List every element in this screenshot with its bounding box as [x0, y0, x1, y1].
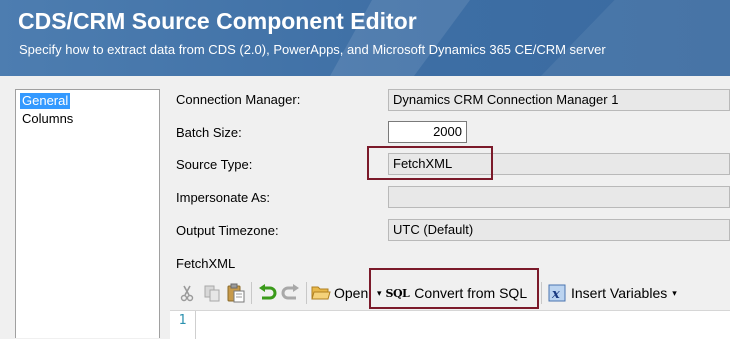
scissors-icon: [180, 285, 194, 302]
batch-size-input[interactable]: 2000: [388, 121, 467, 143]
output-timezone-label: Output Timezone:: [176, 223, 279, 238]
variable-icon: x: [548, 284, 566, 302]
folder-icon: [311, 286, 331, 300]
toolbar-separator: [251, 282, 252, 304]
connection-manager-label: Connection Manager:: [176, 92, 301, 107]
chevron-down-icon: ▾: [672, 287, 677, 298]
open-label: Open: [334, 285, 369, 301]
chevron-down-icon: ▾: [377, 287, 382, 298]
undo-icon: [259, 284, 277, 300]
cut-button[interactable]: [178, 279, 196, 307]
svg-text:x: x: [551, 287, 560, 302]
connection-manager-select[interactable]: Dynamics CRM Connection Manager 1: [388, 89, 730, 111]
insert-variables-button[interactable]: x Insert Variables ▾: [548, 279, 677, 307]
source-type-label: Source Type:: [176, 157, 253, 172]
source-type-select[interactable]: FetchXML: [388, 153, 730, 175]
page-nav-list: General Columns: [15, 89, 160, 338]
impersonate-as-select[interactable]: [388, 186, 730, 208]
convert-from-sql-label: Convert from SQL: [414, 285, 528, 301]
insert-variables-label: Insert Variables: [571, 285, 668, 301]
nav-item-columns[interactable]: Columns: [20, 111, 75, 127]
editor-gutter: 1: [170, 311, 196, 339]
open-button[interactable]: Open: [311, 279, 368, 307]
dialog-subtitle: Specify how to extract data from CDS (2.…: [19, 42, 606, 57]
toolbar-separator: [541, 282, 542, 304]
fetchxml-editor[interactable]: 1: [170, 310, 730, 339]
paste-button[interactable]: [226, 279, 246, 307]
impersonate-as-label: Impersonate As:: [176, 190, 270, 205]
sql-icon: SQL: [385, 286, 410, 300]
line-number: 1: [178, 313, 187, 328]
output-timezone-select[interactable]: UTC (Default): [388, 219, 730, 241]
nav-item-general[interactable]: General: [20, 93, 71, 109]
convert-from-sql-button[interactable]: ▾ SQL Convert from SQL: [377, 279, 527, 307]
redo-icon: [281, 284, 299, 300]
header-decoration: [541, 0, 730, 76]
copy-icon: [204, 285, 220, 302]
dialog-title: CDS/CRM Source Component Editor: [18, 8, 417, 34]
editor-toolbar: Open ▾ SQL Convert from SQL x Insert Var…: [170, 279, 730, 307]
paste-icon: [227, 283, 245, 303]
undo-button[interactable]: [257, 279, 277, 307]
fetchxml-label: FetchXML: [176, 256, 236, 271]
copy-button[interactable]: [203, 279, 221, 307]
toolbar-separator: [306, 282, 307, 304]
batch-size-label: Batch Size:: [176, 125, 242, 140]
dialog-header: CDS/CRM Source Component Editor Specify …: [0, 0, 730, 76]
redo-button[interactable]: [281, 279, 301, 307]
